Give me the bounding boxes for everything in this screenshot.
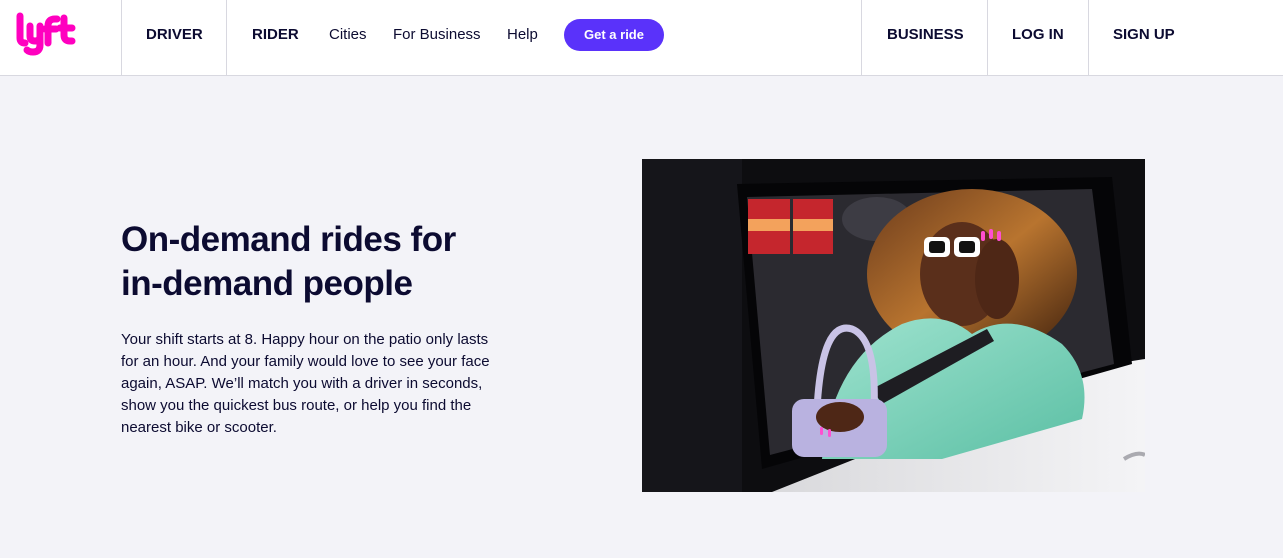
hero-description-line: show you the quickest bus route, or help… [121,397,472,414]
nav-divider [226,0,227,75]
hero-description: Your shift starts at 8. Happy hour on th… [121,329,521,439]
nav-divider [1088,0,1089,75]
nav-cities[interactable]: Cities [329,25,367,45]
lyft-logo-icon [16,12,76,56]
lyft-logo[interactable] [14,12,78,58]
nav-help[interactable]: Help [507,25,538,45]
rider-in-car-photo-icon [642,159,1145,492]
nav-divider [861,0,862,75]
top-navigation-bar: DRIVER RIDER Cities For Business Help Ge… [0,0,1283,76]
hero-headline-line: On-demand rides for [121,220,456,259]
nav-log-in[interactable]: LOG IN [1012,25,1064,45]
hero-headline-line: in-demand people [121,264,413,303]
nav-divider [121,0,122,75]
nav-for-business[interactable]: For Business [393,25,481,45]
nav-sign-up[interactable]: SIGN UP [1113,25,1175,45]
get-a-ride-button[interactable]: Get a ride [564,19,664,51]
nav-driver[interactable]: DRIVER [146,25,203,45]
nav-divider [987,0,988,75]
hero-photo [642,159,1145,492]
hero-description-line: nearest bike or scooter. [121,419,277,436]
hero-description-line: for an hour. And your family would love … [121,353,490,370]
nav-rider[interactable]: RIDER [252,25,299,45]
hero-headline: On-demand rides for in-demand people [121,218,521,306]
hero-description-line: again, ASAP. We’ll match you with a driv… [121,375,483,392]
hero-description-line: Your shift starts at 8. Happy hour on th… [121,331,489,348]
nav-business[interactable]: BUSINESS [887,25,964,45]
